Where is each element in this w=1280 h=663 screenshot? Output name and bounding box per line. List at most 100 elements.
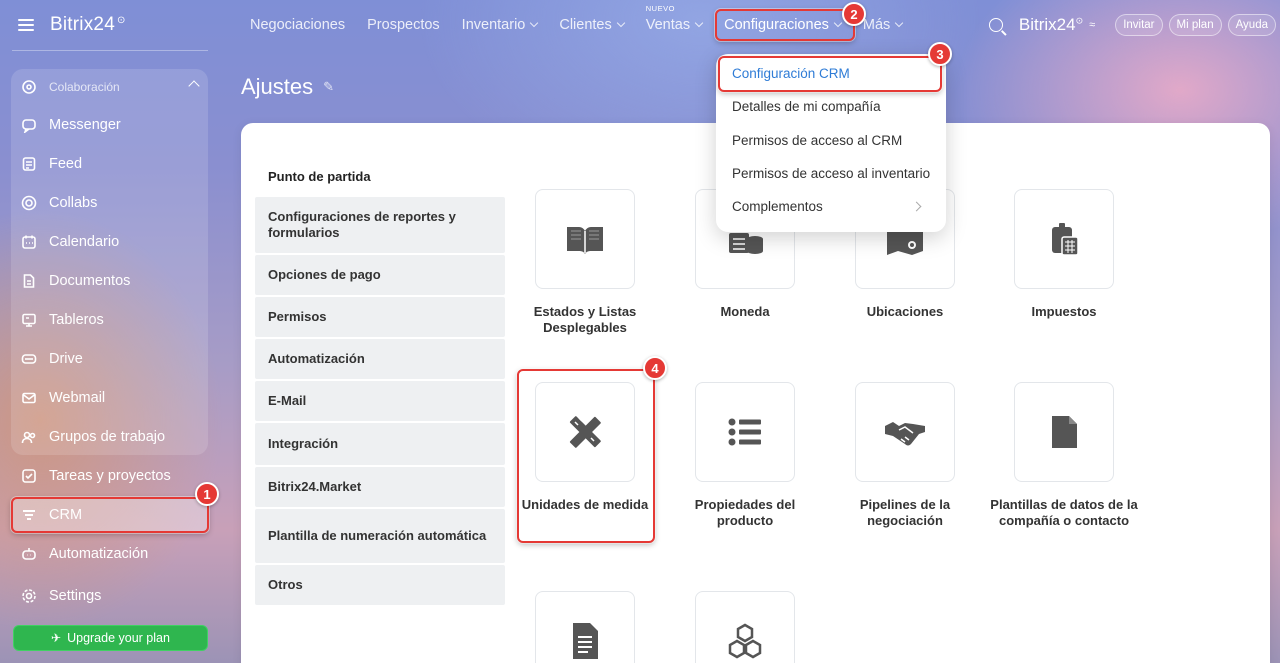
annotation-marker-3: 3 xyxy=(928,42,952,66)
tile-label: Impuestos xyxy=(1031,304,1097,319)
sidebar-item-collabs[interactable]: Collabs xyxy=(11,186,208,220)
settings-menu-item[interactable]: Automatización xyxy=(255,339,505,379)
page-title-text: Ajustes xyxy=(241,74,314,99)
file-icon xyxy=(1052,416,1077,448)
dropdown-item-addons[interactable]: Complementos xyxy=(732,199,823,214)
tile-catalog[interactable] xyxy=(695,591,795,663)
tile-documents[interactable] xyxy=(535,591,635,663)
gear-icon xyxy=(21,588,37,604)
cubes-icon xyxy=(728,623,762,659)
nav-item-leads[interactable]: Prospectos xyxy=(367,17,440,33)
sidebar-item-documents[interactable]: Documentos xyxy=(11,264,208,298)
nav-item-sales[interactable]: NUEVO Ventas xyxy=(645,4,704,33)
sidebar-item-label: Feed xyxy=(49,156,83,172)
sidebar-item-tasks[interactable]: Tareas y proyectos xyxy=(11,459,208,493)
bitrix24-brand[interactable]: Bitrix24⊙ xyxy=(1019,15,1083,35)
dropdown-item-company-details[interactable]: Detalles de mi compañía xyxy=(732,99,881,114)
nav-item-label: Ventas xyxy=(645,17,691,33)
invite-button[interactable]: Invitar xyxy=(1115,14,1163,36)
annotation-box-crm-settings xyxy=(718,56,942,92)
tile-company-contact-templates[interactable] xyxy=(1014,382,1114,482)
sidebar-item-settings[interactable]: Settings xyxy=(11,579,208,613)
settings-menu-item[interactable]: Bitrix24.Market xyxy=(255,467,505,507)
tile-label: Estados y Listas Desplegables xyxy=(533,304,637,336)
book-icon xyxy=(567,227,603,254)
collabs-icon xyxy=(21,195,37,211)
tile-label: Pipelines de la negociación xyxy=(859,497,951,529)
sidebar-item-label: Documentos xyxy=(49,273,131,289)
sidebar-item-workgroups[interactable]: Grupos de trabajo xyxy=(11,420,208,454)
nav-item-inventory[interactable]: Inventario xyxy=(461,17,539,33)
chevron-right-icon xyxy=(911,201,922,212)
document-icon xyxy=(21,273,37,289)
drive-icon xyxy=(21,351,37,367)
sidebar-item-automation[interactable]: Automatización xyxy=(11,537,208,571)
mail-icon xyxy=(21,390,37,406)
sidebar-item-label: Webmail xyxy=(49,390,106,406)
chevron-down-icon xyxy=(694,18,704,28)
rocket-icon: ✈ xyxy=(51,631,62,645)
nav-item-more[interactable]: Más xyxy=(862,17,904,33)
hamburger-menu-icon[interactable] xyxy=(18,19,34,31)
chevron-down-icon xyxy=(616,18,625,28)
settings-menu-item[interactable]: Permisos xyxy=(255,297,505,337)
sidebar-item-label: Drive xyxy=(49,351,83,367)
annotation-box-crm xyxy=(11,497,209,533)
sidebar-group-label: Colaboración xyxy=(49,80,120,94)
sidebar-item-label: Automatización xyxy=(49,546,149,562)
settings-toggle-icon[interactable]: ≈ xyxy=(1089,19,1095,31)
list-icon xyxy=(728,418,761,446)
brand-row: Bitrix24 ⊙ xyxy=(18,12,126,38)
tile-product-properties[interactable] xyxy=(695,382,795,482)
chevron-up-icon[interactable] xyxy=(188,80,200,92)
annotation-marker-1: 1 xyxy=(195,482,219,506)
sidebar-item-label: Tareas y proyectos xyxy=(49,468,171,484)
annotation-box-settings-menu xyxy=(715,9,855,41)
settings-menu-item[interactable]: Integración xyxy=(255,423,505,465)
handshake-icon xyxy=(885,422,925,446)
sidebar-divider xyxy=(12,50,208,51)
chevron-down-icon xyxy=(530,18,539,28)
dropdown-item-crm-permissions[interactable]: Permisos de acceso al CRM xyxy=(732,133,902,148)
doc-lines-icon xyxy=(573,623,598,659)
nav-item-label: Clientes xyxy=(559,17,612,33)
chevron-down-icon xyxy=(895,18,904,28)
tile-deal-pipelines[interactable] xyxy=(855,382,955,482)
tile-label: Propiedades del producto xyxy=(694,497,796,529)
nav-item-label: Inventario xyxy=(461,17,526,33)
sidebar-item-label: Messenger xyxy=(49,117,121,133)
dropdown-item-inventory-permissions[interactable]: Permisos de acceso al inventario xyxy=(732,166,930,181)
page-title: Ajustes ✎ xyxy=(241,74,334,100)
sidebar-item-boards[interactable]: Tableros xyxy=(11,303,208,337)
sidebar-item-webmail[interactable]: Webmail xyxy=(11,381,208,415)
sidebar: Bitrix24 ⊙ Colaboración Messenger Feed Co… xyxy=(0,0,220,663)
nav-item-deals[interactable]: Negociaciones xyxy=(250,17,345,33)
settings-menu-item[interactable]: Opciones de pago xyxy=(255,255,505,295)
settings-menu-item[interactable]: Otros xyxy=(255,565,505,605)
sidebar-item-messenger[interactable]: Messenger xyxy=(11,108,208,142)
tasks-icon xyxy=(21,468,37,484)
upgrade-plan-button[interactable]: ✈ Upgrade your plan xyxy=(13,625,208,651)
help-button[interactable]: Ayuda xyxy=(1227,14,1276,36)
settings-menu-item[interactable]: E-Mail xyxy=(255,381,505,421)
tile-label: Moneda xyxy=(720,304,770,319)
top-right-toolbar: Bitrix24⊙ ≈ Invitar Mi plan Ayuda xyxy=(988,0,1280,50)
upgrade-plan-label: Upgrade your plan xyxy=(67,631,170,645)
board-icon xyxy=(21,312,37,328)
search-icon[interactable] xyxy=(988,18,1003,32)
groups-icon xyxy=(21,429,37,445)
sidebar-item-label: Tableros xyxy=(49,312,104,328)
tile-taxes[interactable] xyxy=(1014,189,1114,289)
sidebar-group-header[interactable]: Colaboración xyxy=(11,70,208,104)
sidebar-item-feed[interactable]: Feed xyxy=(11,147,208,181)
nav-item-label: Más xyxy=(862,17,891,33)
sidebar-item-drive[interactable]: Drive xyxy=(11,342,208,376)
tile-statuses-lists[interactable] xyxy=(535,189,635,289)
settings-menu-item[interactable]: Configuraciones de reportes y formulario… xyxy=(255,197,505,253)
settings-menu-item[interactable]: Plantilla de numeración automática xyxy=(255,509,505,563)
pin-icon[interactable]: ✎ xyxy=(323,79,334,95)
my-plan-button[interactable]: Mi plan xyxy=(1168,14,1222,36)
brand-logo[interactable]: Bitrix24 ⊙ xyxy=(50,14,126,36)
sidebar-item-calendar[interactable]: Calendario xyxy=(11,225,208,259)
nav-item-clients[interactable]: Clientes xyxy=(559,17,625,33)
